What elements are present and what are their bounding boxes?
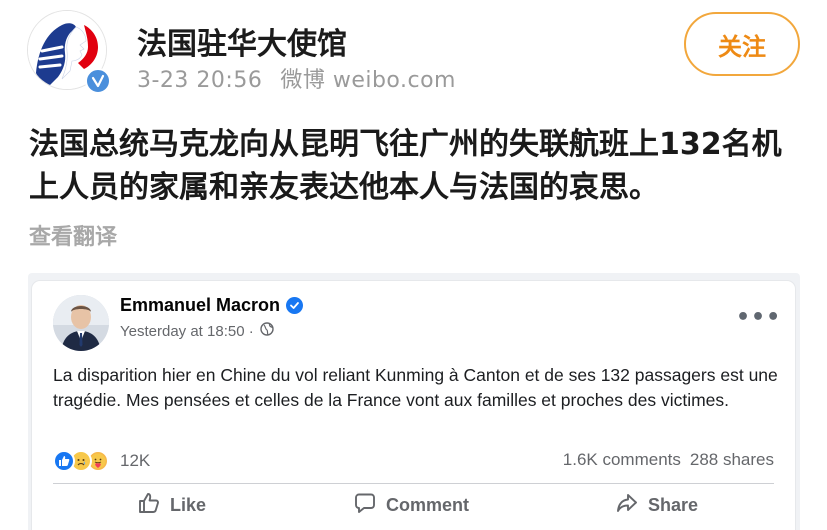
post-timestamp[interactable]: Yesterday at 18:50 · [120,322,274,340]
embedded-screenshot[interactable]: Emmanuel Macron Yesterday at 18:50 · •••… [28,273,800,530]
account-name[interactable]: 法国驻华大使馆 [137,19,347,63]
verified-check-icon [286,297,304,314]
like-label: Like [170,495,207,515]
verified-badge-icon [85,68,111,94]
action-bar: Like Comment Share [32,491,795,527]
author-name[interactable]: Emmanuel Macron [120,295,304,316]
author-avatar [53,295,109,351]
more-options-button[interactable]: ••• [736,305,781,330]
like-button[interactable]: Like [137,491,206,520]
share-arrow-icon [615,491,639,520]
comment-button[interactable]: Comment [353,491,469,520]
post-date: 3-23 20:56 [137,68,263,93]
shares-count[interactable]: 288 shares [690,450,774,469]
engagement-stats: 1.6K comments 288 shares [563,450,774,470]
post-text: 法国总统马克龙向从昆明飞往广州的失联航班上132名机上人员的家属和亲友表达他本人… [29,127,782,205]
comments-count[interactable]: 1.6K comments [563,450,681,469]
account-avatar[interactable] [27,10,111,94]
divider [53,483,774,484]
globe-icon [260,322,274,340]
reaction-count: 12K [120,451,151,470]
comment-bubble-icon [353,491,377,520]
post-source: 微博 weibo.com [280,68,456,93]
share-label: Share [648,495,699,515]
thumbs-up-icon [137,491,161,520]
facebook-post-card: Emmanuel Macron Yesterday at 18:50 · •••… [32,281,795,530]
share-button[interactable]: Share [615,491,698,520]
view-translation-link[interactable]: 查看翻译 [29,219,117,251]
timestamp-text: Yesterday at 18:50 · [120,322,254,340]
post-body-text: La disparition hier en Chine du vol reli… [53,365,778,410]
post-meta: 3-23 20:56 微博 weibo.com [137,62,456,94]
author-name-text: Emmanuel Macron [120,295,281,315]
follow-button[interactable]: 关注 [684,12,800,76]
comment-label: Comment [386,495,470,515]
like-reaction-icon [53,450,75,472]
reaction-summary[interactable]: 12K [53,448,150,474]
